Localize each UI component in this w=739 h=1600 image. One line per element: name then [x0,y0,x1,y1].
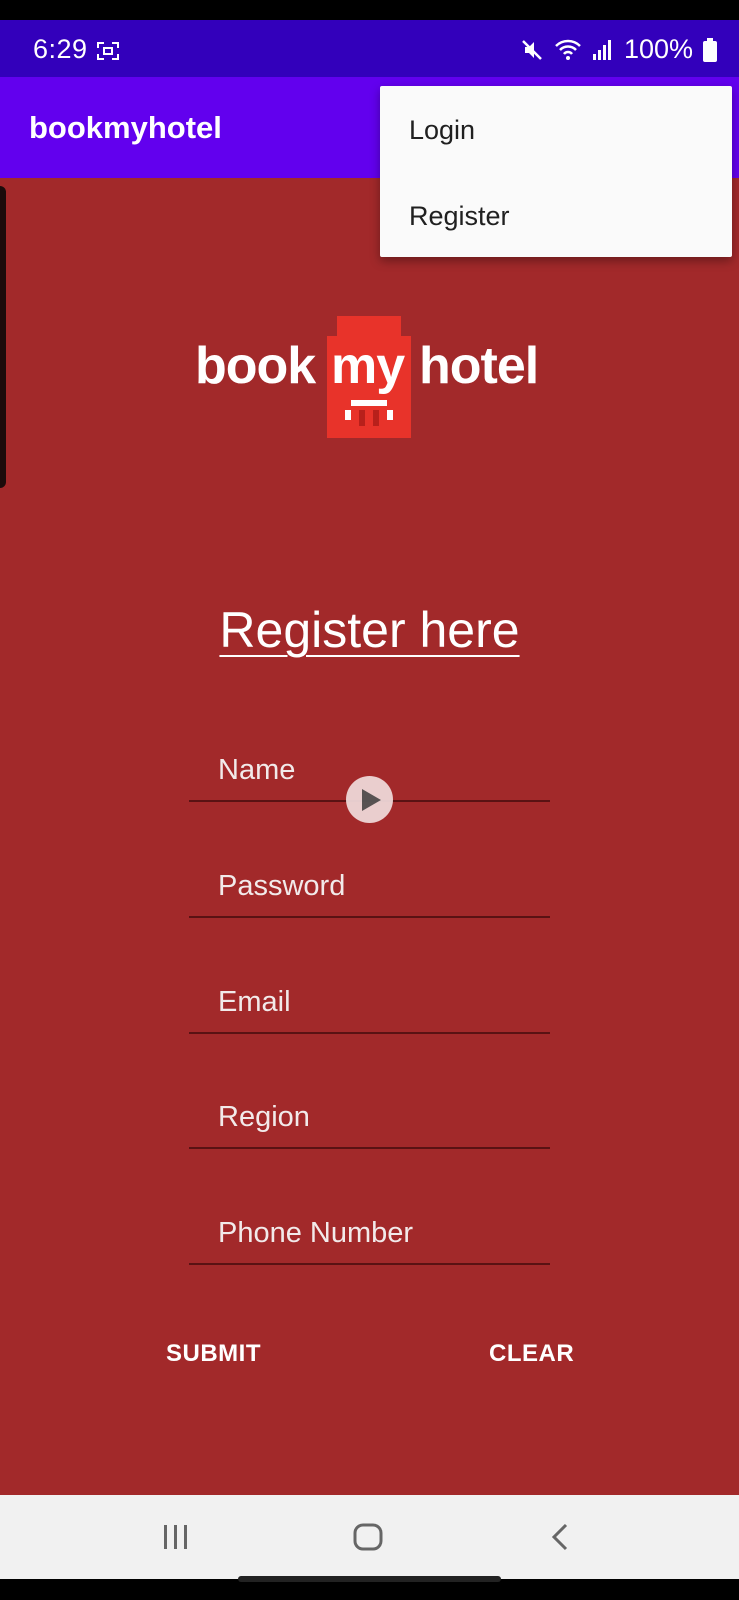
gesture-handle [238,1576,501,1582]
edge-panel-handle[interactable] [0,186,6,488]
back-icon[interactable] [548,1522,572,1552]
menu-item-login[interactable]: Login [409,115,475,146]
menu-item-register[interactable]: Register [409,201,510,232]
submit-button[interactable]: SUBMIT [166,1340,261,1368]
password-input[interactable] [218,864,538,908]
status-bar: 6:29 100% [0,20,739,77]
overflow-menu: Login Register [380,86,732,257]
home-icon[interactable] [352,1522,384,1552]
password-field[interactable] [189,858,550,918]
wifi-icon [555,39,581,60]
play-icon [362,789,381,811]
phone-field[interactable] [189,1205,550,1265]
email-field[interactable] [189,974,550,1034]
top-black-strip [0,0,739,20]
recent-apps-icon[interactable] [162,1522,190,1552]
logo-text-my: my [331,337,405,395]
battery-icon [703,37,717,62]
clear-button[interactable]: CLEAR [489,1340,574,1368]
status-time: 6:29 [33,34,88,64]
logo-text-hotel: hotel [419,337,539,395]
play-overlay-button[interactable] [346,776,393,823]
register-heading[interactable]: Register here [0,601,739,659]
register-screen: book my hotel Register here SUBMIT CLEAR [0,178,739,1495]
navigation-bar [0,1495,739,1579]
mute-icon [522,39,542,60]
region-field[interactable] [189,1089,550,1149]
region-input[interactable] [218,1095,538,1139]
app-title: bookmyhotel [29,110,222,145]
bottom-black-strip [0,1579,739,1600]
signal-icon [592,39,611,60]
email-input[interactable] [218,980,538,1024]
bookmyhotel-logo: book my hotel [195,316,545,438]
screenshot-icon [97,42,119,60]
logo-text-book: book [195,337,316,395]
phone-input[interactable] [218,1211,538,1255]
battery-percent: 100% [623,34,693,64]
status-icons: 100% [520,34,717,65]
